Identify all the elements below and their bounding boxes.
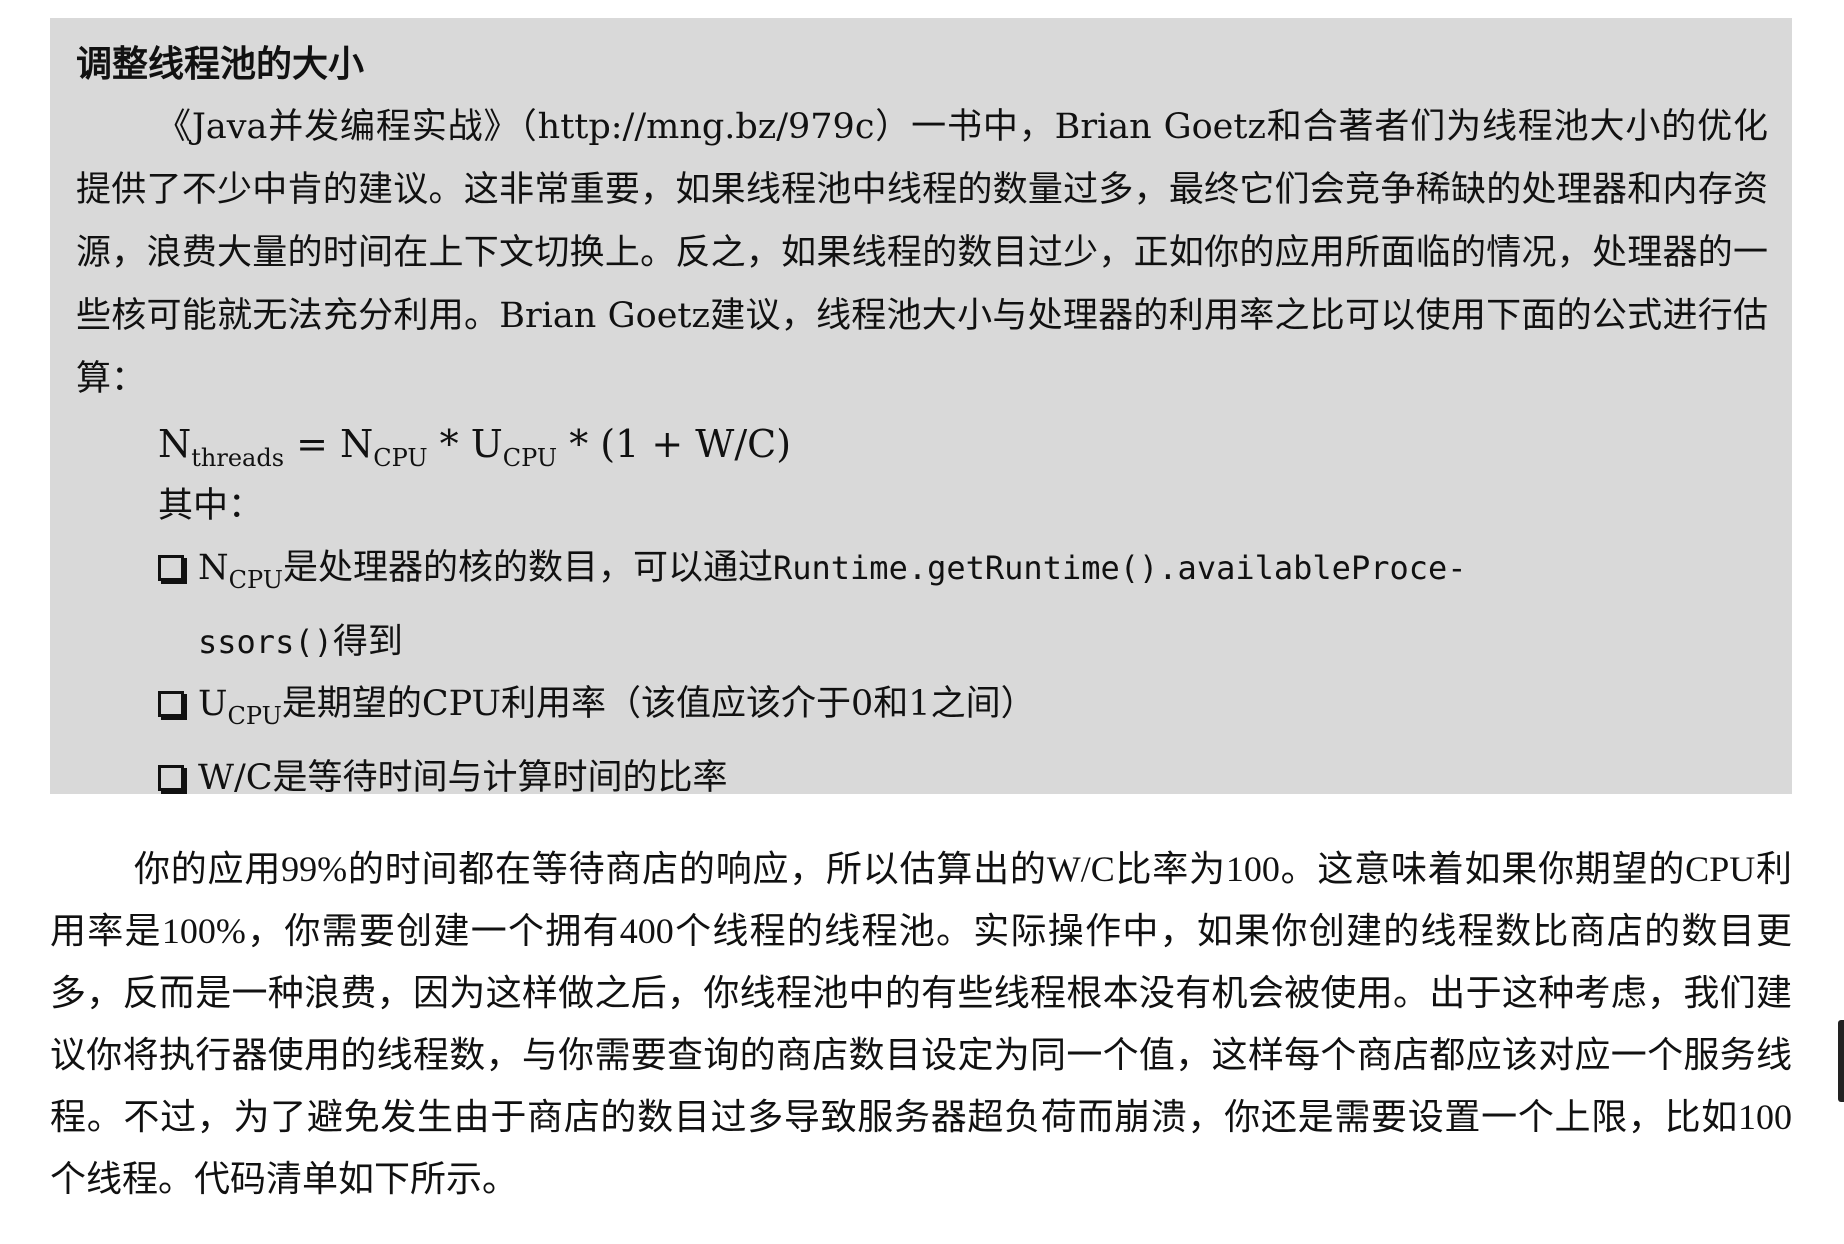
where-label: 其中： bbox=[158, 486, 264, 526]
checkbox-bullet-icon bbox=[158, 555, 184, 581]
formula-times-u: * U bbox=[427, 422, 503, 466]
sidebar-title: 调整线程池的大小 bbox=[76, 43, 365, 85]
formula-eq: = N bbox=[284, 422, 374, 466]
bullet-symbol-sub: CPU bbox=[228, 566, 283, 594]
page-edge-tab bbox=[1838, 1020, 1844, 1102]
formula-u-sub: CPU bbox=[502, 444, 558, 472]
sidebar-box: 调整线程池的大小 《Java并发编程实战》（http://mng.bz/979c… bbox=[50, 18, 1792, 798]
formula-rest: * (1 + W/C) bbox=[557, 422, 792, 466]
bullet-item-ucpu: UCPU是期望的CPU利用率（该值应该介于0和1之间） bbox=[158, 673, 1768, 747]
bullet-text: 是期望的CPU利用率（该值应该介于0和1之间） bbox=[281, 684, 1036, 724]
bullet-list: NCPU是处理器的核的数目，可以通过Runtime.getRuntime().a… bbox=[76, 537, 1768, 809]
bullet-text: 是处理器的核的数目，可以通过 bbox=[282, 548, 773, 588]
bullet-code: Runtime.getRuntime().availableProce- bbox=[772, 549, 1467, 587]
bullet-text: W/C是等待时间与计算时间的比率 bbox=[198, 758, 728, 798]
bullet-symbol: U bbox=[198, 684, 228, 724]
bullet-symbol-sub: CPU bbox=[227, 702, 282, 730]
formula: Nthreads = NCPU * UCPU * (1 + W/C) bbox=[158, 413, 1768, 475]
formula-cpu-sub: CPU bbox=[373, 444, 428, 472]
checkbox-bullet-icon bbox=[158, 691, 184, 717]
bullet-item-wc: W/C是等待时间与计算时间的比率 bbox=[158, 747, 1768, 809]
main-paragraph: 你的应用99%的时间都在等待商店的响应，所以估算出的W/C比率为100。这意味着… bbox=[50, 849, 1792, 1199]
formula-lhs-sub: threads bbox=[191, 444, 285, 472]
bullet-symbol: N bbox=[198, 548, 229, 588]
formula-lhs: N bbox=[158, 422, 192, 466]
bullet-item-ncpu: NCPU是处理器的核的数目，可以通过Runtime.getRuntime().a… bbox=[158, 537, 1768, 673]
sidebar-paragraph: 《Java并发编程实战》（http://mng.bz/979c）一书中，Bria… bbox=[76, 107, 1768, 399]
bullet-code-cont: ssors() bbox=[198, 623, 333, 661]
bullet-tail: 得到 bbox=[332, 622, 403, 662]
checkbox-bullet-icon bbox=[158, 765, 184, 791]
